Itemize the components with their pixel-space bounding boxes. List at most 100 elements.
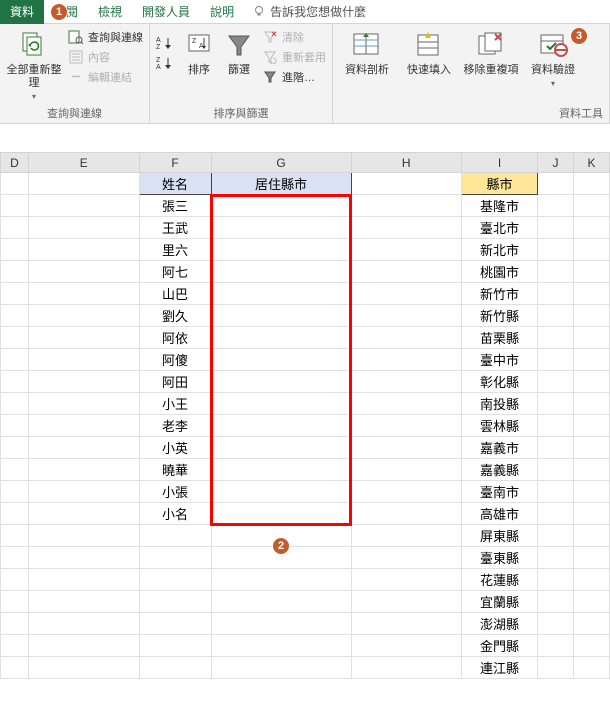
cell[interactable]: [1, 393, 29, 415]
cell[interactable]: [29, 657, 140, 679]
cell[interactable]: 金門縣: [462, 635, 538, 657]
cell[interactable]: 嘉義市: [462, 437, 538, 459]
cell[interactable]: 阿七: [139, 261, 211, 283]
cell[interactable]: 新北市: [462, 239, 538, 261]
cell[interactable]: 苗栗縣: [462, 327, 538, 349]
cell[interactable]: [1, 635, 29, 657]
cell[interactable]: [29, 195, 140, 217]
cell[interactable]: [211, 261, 351, 283]
cell[interactable]: [1, 481, 29, 503]
cell[interactable]: [29, 305, 140, 327]
cell[interactable]: 臺南市: [462, 481, 538, 503]
cell[interactable]: [538, 547, 574, 569]
cell[interactable]: 臺北市: [462, 217, 538, 239]
cell[interactable]: [211, 657, 351, 679]
cell[interactable]: [29, 173, 140, 195]
properties-button[interactable]: 內容: [68, 48, 143, 66]
tell-me[interactable]: 告訴我您想做什麼: [244, 3, 366, 20]
cell[interactable]: [1, 415, 29, 437]
cell[interactable]: [29, 371, 140, 393]
cell[interactable]: [29, 613, 140, 635]
cell[interactable]: 基隆市: [462, 195, 538, 217]
cell[interactable]: [538, 261, 574, 283]
cell[interactable]: [29, 393, 140, 415]
cell[interactable]: [211, 371, 351, 393]
cell[interactable]: 桃園市: [462, 261, 538, 283]
cell[interactable]: [139, 547, 211, 569]
cell[interactable]: [351, 459, 462, 481]
cell[interactable]: [211, 613, 351, 635]
edit-links-button[interactable]: 編輯連結: [68, 68, 143, 86]
spreadsheet-grid[interactable]: D E F G H I J K 姓名居住縣市縣市張三基隆市王武臺北市里六新北市阿…: [0, 152, 610, 679]
cell[interactable]: [351, 569, 462, 591]
cell[interactable]: 小張: [139, 481, 211, 503]
cell[interactable]: [211, 415, 351, 437]
cell[interactable]: [1, 437, 29, 459]
cell[interactable]: 居住縣市: [211, 173, 351, 195]
cell[interactable]: [29, 547, 140, 569]
cell[interactable]: [538, 503, 574, 525]
cell[interactable]: [538, 569, 574, 591]
cell[interactable]: 雲林縣: [462, 415, 538, 437]
cell[interactable]: [29, 349, 140, 371]
cell[interactable]: 里六: [139, 239, 211, 261]
cell[interactable]: [351, 327, 462, 349]
cell[interactable]: [538, 657, 574, 679]
cell[interactable]: [211, 195, 351, 217]
cell[interactable]: [211, 349, 351, 371]
cell[interactable]: [139, 635, 211, 657]
cell[interactable]: 張三: [139, 195, 211, 217]
cell[interactable]: [211, 437, 351, 459]
cell[interactable]: [574, 327, 610, 349]
cell[interactable]: [574, 239, 610, 261]
cell[interactable]: [351, 657, 462, 679]
cell[interactable]: [538, 371, 574, 393]
cell[interactable]: [1, 305, 29, 327]
cell[interactable]: [351, 239, 462, 261]
cell[interactable]: [351, 481, 462, 503]
text-to-columns-button[interactable]: 資料剖析: [339, 28, 395, 77]
sort-desc-button[interactable]: ZA: [156, 54, 176, 72]
cell[interactable]: [29, 635, 140, 657]
cell[interactable]: [574, 195, 610, 217]
cell[interactable]: [574, 525, 610, 547]
cell[interactable]: [574, 547, 610, 569]
col-header[interactable]: J: [538, 153, 574, 173]
advanced-button[interactable]: 進階…: [262, 68, 326, 86]
cell[interactable]: [139, 525, 211, 547]
cell[interactable]: [351, 349, 462, 371]
cell[interactable]: [351, 635, 462, 657]
filter-button[interactable]: 篩選: [222, 28, 256, 77]
cell[interactable]: [538, 591, 574, 613]
cell[interactable]: 阿田: [139, 371, 211, 393]
cell[interactable]: [538, 613, 574, 635]
cell[interactable]: [351, 217, 462, 239]
cell[interactable]: [574, 635, 610, 657]
cell[interactable]: 臺東縣: [462, 547, 538, 569]
cell[interactable]: [139, 569, 211, 591]
cell[interactable]: [351, 371, 462, 393]
cell[interactable]: [1, 459, 29, 481]
cell[interactable]: [211, 569, 351, 591]
cell[interactable]: [351, 195, 462, 217]
cell[interactable]: [538, 327, 574, 349]
cell[interactable]: [574, 173, 610, 195]
tab-help[interactable]: 說明: [200, 0, 244, 24]
cell[interactable]: 小名: [139, 503, 211, 525]
cell[interactable]: [211, 635, 351, 657]
cell[interactable]: [1, 349, 29, 371]
cell[interactable]: [538, 239, 574, 261]
cell[interactable]: 老李: [139, 415, 211, 437]
tab-developer[interactable]: 開發人員: [132, 0, 200, 24]
cell[interactable]: [1, 503, 29, 525]
cell[interactable]: 新竹縣: [462, 305, 538, 327]
cell[interactable]: 劉久: [139, 305, 211, 327]
cell[interactable]: 高雄市: [462, 503, 538, 525]
cell[interactable]: [574, 459, 610, 481]
cell[interactable]: [1, 591, 29, 613]
cell[interactable]: [1, 525, 29, 547]
cell[interactable]: [351, 547, 462, 569]
cell[interactable]: [1, 261, 29, 283]
cell[interactable]: [574, 305, 610, 327]
cell[interactable]: 屏東縣: [462, 525, 538, 547]
